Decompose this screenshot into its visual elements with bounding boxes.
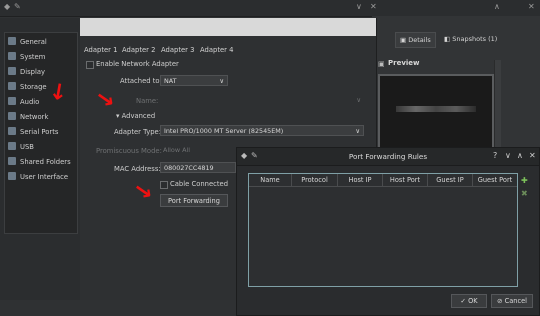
general-icon	[8, 37, 16, 45]
sidebar-item-user-interface[interactable]: User Interface	[8, 170, 68, 184]
maximize-icon[interactable]: ∧	[494, 2, 500, 11]
details-button[interactable]: ▣ Details	[395, 32, 436, 48]
promiscuous-mode-label: Promiscuous Mode:	[96, 147, 162, 155]
mac-address-input[interactable]: 080027CC4819	[160, 162, 236, 173]
cable-connected-checkbox[interactable]	[160, 181, 168, 189]
enable-adapter-label: Enable Network Adapter	[96, 60, 179, 68]
shared-folders-icon	[8, 157, 16, 165]
chevron-down-icon: ∨	[219, 77, 224, 85]
settings-header-strip	[80, 18, 376, 36]
system-icon	[8, 52, 16, 60]
close-icon[interactable]: ✕	[370, 2, 377, 11]
column-header-guest-ip[interactable]: Guest IP	[428, 174, 473, 187]
details-icon: ▣	[400, 36, 407, 44]
sidebar-item-network[interactable]: Network	[8, 110, 48, 124]
sidebar-item-display[interactable]: Display	[8, 65, 45, 79]
settings-sidebar: General System Display Storage Audio Net…	[4, 32, 78, 234]
manager-titlebar: ◆ ✎ ∨ ✕ ∧ ✕	[0, 0, 540, 17]
tab-adapter-4[interactable]: Adapter 4	[200, 44, 233, 56]
maximize-icon[interactable]: ∧	[517, 151, 523, 160]
tab-adapter-1[interactable]: Adapter 1	[84, 44, 117, 56]
adapter-type-select[interactable]: Intel PRO/1000 MT Server (82545EM) ∨	[160, 125, 364, 136]
port-forwarding-table[interactable]: Name Protocol Host IP Host Port Guest IP…	[248, 173, 518, 287]
sidebar-item-system[interactable]: System	[8, 50, 45, 64]
sidebar-item-usb[interactable]: USB	[8, 140, 34, 154]
check-icon: ✓	[460, 297, 466, 305]
chevron-down-icon: ∨	[356, 96, 361, 104]
window-close-icon[interactable]: ✕	[528, 2, 535, 11]
column-header-guest-port[interactable]: Guest Port	[473, 174, 517, 187]
port-forwarding-dialog: ◆ ✎ Port Forwarding Rules ? ∨ ∧ ✕ Name P…	[236, 147, 540, 316]
name-select[interactable]: ∨	[160, 95, 364, 106]
network-icon	[8, 112, 16, 120]
serial-ports-icon	[8, 127, 16, 135]
help-icon[interactable]: ?	[493, 151, 497, 160]
column-header-host-port[interactable]: Host Port	[383, 174, 428, 187]
snapshots-icon: ◧	[444, 35, 451, 43]
user-interface-icon	[8, 172, 16, 180]
triangle-down-icon: ▾	[116, 112, 120, 120]
enable-adapter-checkbox[interactable]	[86, 61, 94, 69]
name-label: Name:	[136, 97, 159, 105]
pf-titlebar: ◆ ✎ Port Forwarding Rules ? ∨ ∧ ✕	[237, 148, 539, 166]
app-icon: ◆	[4, 2, 11, 11]
minimize-icon[interactable]: ∨	[505, 151, 511, 160]
cancel-button[interactable]: ⊘ Cancel	[491, 294, 533, 308]
column-header-name[interactable]: Name	[249, 174, 292, 187]
attached-to-select[interactable]: NAT ∨	[160, 75, 228, 86]
column-header-protocol[interactable]: Protocol	[292, 174, 338, 187]
close-icon[interactable]: ✕	[529, 151, 536, 160]
snapshots-button[interactable]: ◧ Snapshots (1)	[440, 32, 501, 46]
storage-icon	[8, 82, 16, 90]
tab-adapter-3[interactable]: Adapter 3	[161, 44, 194, 56]
advanced-toggle[interactable]: ▾ Advanced	[116, 112, 155, 120]
column-header-host-ip[interactable]: Host IP	[338, 174, 383, 187]
cancel-icon: ⊘	[497, 297, 503, 305]
minimize-icon[interactable]: ∨	[356, 2, 362, 11]
sidebar-item-serial-ports[interactable]: Serial Ports	[8, 125, 58, 139]
preview-icon: ▣	[378, 60, 385, 68]
display-icon	[8, 67, 16, 75]
adapter-type-label: Adapter Type:	[114, 128, 162, 136]
pin-icon[interactable]: ✎	[14, 2, 21, 11]
ok-button[interactable]: ✓ OK	[451, 294, 487, 308]
add-rule-icon[interactable]: ✚	[521, 176, 528, 185]
sidebar-item-shared-folders[interactable]: Shared Folders	[8, 155, 71, 169]
mac-address-label: MAC Address:	[114, 165, 161, 173]
sidebar-item-general[interactable]: General	[8, 35, 47, 49]
attached-to-label: Attached to:	[120, 77, 162, 85]
chevron-down-icon: ∨	[355, 127, 360, 135]
usb-icon	[8, 142, 16, 150]
sidebar-item-storage[interactable]: Storage	[8, 80, 47, 94]
tab-adapter-2[interactable]: Adapter 2	[122, 44, 155, 56]
preview-label: Preview	[388, 59, 420, 67]
cable-connected-label: Cable Connected	[170, 180, 229, 188]
audio-icon	[8, 97, 16, 105]
vm-preview	[378, 74, 494, 152]
sidebar-item-audio[interactable]: Audio	[8, 95, 39, 109]
remove-rule-icon[interactable]: ✖	[521, 189, 528, 198]
port-forwarding-button[interactable]: Port Forwarding	[160, 194, 228, 207]
